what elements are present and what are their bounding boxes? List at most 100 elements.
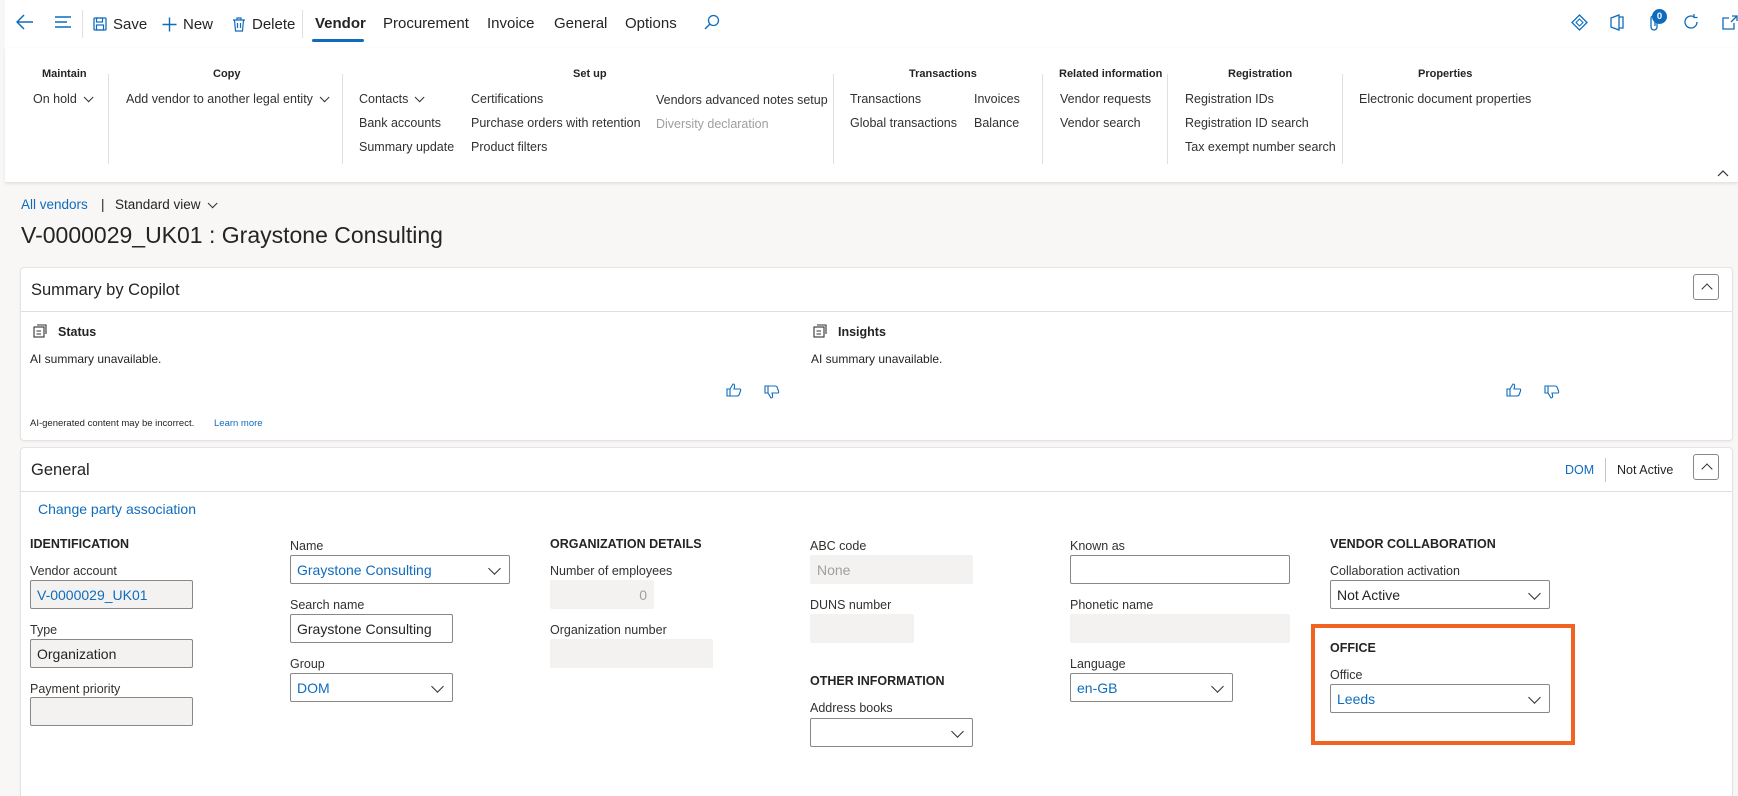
collaboration-activation-label: Collaboration activation xyxy=(1330,564,1460,578)
all-vendors-link[interactable]: All vendors xyxy=(21,197,88,212)
transactions-button[interactable]: Transactions xyxy=(850,92,921,106)
learn-more-link[interactable]: Learn more xyxy=(214,418,263,429)
group-value: DOM xyxy=(297,679,330,696)
po-retention-button[interactable]: Purchase orders with retention xyxy=(471,116,641,130)
view-selector[interactable]: Standard view xyxy=(115,197,218,212)
search-name-field[interactable]: Graystone Consulting xyxy=(290,614,453,643)
chevron-down-icon xyxy=(207,198,218,209)
change-party-association-link[interactable]: Change party association xyxy=(38,501,196,517)
copilot-collapse-button[interactable] xyxy=(1693,274,1719,300)
search-icon[interactable] xyxy=(704,14,720,33)
trash-icon xyxy=(233,16,245,32)
abc-code-label: ABC code xyxy=(810,539,867,553)
tab-general[interactable]: General xyxy=(554,15,607,32)
employees-field: 0 xyxy=(550,580,654,609)
popout-icon[interactable] xyxy=(1722,15,1738,33)
known-as-field[interactable] xyxy=(1070,555,1290,584)
office-highlight-box xyxy=(1311,624,1575,745)
tab-vendor[interactable]: Vendor xyxy=(315,15,366,32)
employees-value: 0 xyxy=(639,586,647,603)
menu-icon[interactable] xyxy=(54,15,72,32)
office-icon[interactable] xyxy=(1610,14,1624,34)
vendor-search-button[interactable]: Vendor search xyxy=(1060,116,1141,130)
thumbs-up-icon[interactable] xyxy=(726,383,742,400)
delete-label: Delete xyxy=(252,15,296,33)
language-dropdown[interactable]: en-GB xyxy=(1070,673,1233,702)
new-button[interactable]: New xyxy=(162,14,213,34)
new-label: New xyxy=(183,15,214,33)
status-label: Status xyxy=(58,325,97,339)
name-value: Graystone Consulting xyxy=(297,561,432,578)
payment-priority-field[interactable] xyxy=(30,697,193,726)
chevron-down-icon xyxy=(431,680,444,693)
language-label: Language xyxy=(1070,657,1126,671)
add-vendor-label: Add vendor to another legal entity xyxy=(126,92,313,106)
chevron-down-icon xyxy=(488,562,501,575)
vendor-account-value: V-0000029_UK01 xyxy=(37,586,148,603)
on-hold-menu[interactable]: On hold xyxy=(33,92,94,106)
insights-icon xyxy=(813,324,827,341)
ai-disclaimer: AI-generated content may be incorrect. xyxy=(30,418,195,429)
summary-update-button[interactable]: Summary update xyxy=(359,140,454,154)
language-value: en-GB xyxy=(1077,679,1118,696)
save-label: Save xyxy=(113,15,148,33)
collapse-ribbon-icon[interactable] xyxy=(1717,166,1729,180)
dom-tag: DOM xyxy=(1565,463,1595,477)
diamond-icon[interactable] xyxy=(1571,14,1588,34)
registration-id-search-button[interactable]: Registration ID search xyxy=(1185,116,1309,130)
type-field[interactable]: Organization xyxy=(30,639,193,668)
certifications-button[interactable]: Certifications xyxy=(471,92,543,106)
vendor-requests-button[interactable]: Vendor requests xyxy=(1060,92,1151,106)
advanced-notes-setup-button[interactable]: Vendors advanced notes setup xyxy=(656,93,828,107)
global-transactions-button[interactable]: Global transactions xyxy=(850,116,957,130)
tab-options[interactable]: Options xyxy=(625,15,677,32)
phonetic-name-label: Phonetic name xyxy=(1070,598,1154,612)
active-tab-indicator xyxy=(312,39,364,42)
view-label: Standard view xyxy=(115,197,201,212)
invoices-button[interactable]: Invoices xyxy=(974,92,1020,106)
electronic-document-properties-button[interactable]: Electronic document properties xyxy=(1359,92,1531,106)
save-button[interactable]: Save xyxy=(93,14,147,34)
add-vendor-legal-entity-menu[interactable]: Add vendor to another legal entity xyxy=(126,92,330,106)
name-dropdown[interactable]: Graystone Consulting xyxy=(290,555,510,584)
group-label: Group xyxy=(290,657,325,671)
general-collapse-button[interactable] xyxy=(1693,454,1719,480)
thumbs-up-icon[interactable] xyxy=(1506,383,1522,400)
employees-label: Number of employees xyxy=(550,564,673,578)
back-arrow-icon[interactable] xyxy=(15,14,34,33)
delete-button[interactable]: Delete xyxy=(232,14,295,34)
tab-procurement[interactable]: Procurement xyxy=(383,15,469,32)
thumbs-down-icon[interactable] xyxy=(1544,385,1560,402)
address-books-label: Address books xyxy=(810,701,893,715)
balance-button[interactable]: Balance xyxy=(974,116,1019,130)
abc-code-field: None xyxy=(810,555,973,584)
payment-priority-label: Payment priority xyxy=(30,682,121,696)
identification-heading: IDENTIFICATION xyxy=(30,537,130,551)
tab-invoice[interactable]: Invoice xyxy=(487,15,535,32)
vendor-account-field[interactable]: V-0000029_UK01 xyxy=(30,580,193,609)
group-transactions: Transactions xyxy=(909,68,977,80)
copilot-title: Summary by Copilot xyxy=(31,281,180,299)
contacts-menu[interactable]: Contacts xyxy=(359,92,425,106)
bank-accounts-button[interactable]: Bank accounts xyxy=(359,116,441,130)
refresh-icon[interactable] xyxy=(1682,13,1700,34)
search-name-label: Search name xyxy=(290,598,365,612)
plus-icon xyxy=(162,17,177,31)
chevron-down-icon xyxy=(1211,680,1224,693)
product-filters-button[interactable]: Product filters xyxy=(471,140,547,154)
type-value: Organization xyxy=(37,645,117,662)
thumbs-down-icon[interactable] xyxy=(764,385,780,402)
vendor-collaboration-heading: VENDOR COLLABORATION xyxy=(1330,537,1496,551)
collaboration-activation-dropdown[interactable]: Not Active xyxy=(1330,580,1550,609)
known-as-label: Known as xyxy=(1070,539,1125,553)
registration-ids-button[interactable]: Registration IDs xyxy=(1185,92,1274,106)
on-hold-label: On hold xyxy=(33,92,77,106)
status-icon xyxy=(33,324,47,341)
phonetic-name-field xyxy=(1070,614,1290,643)
insights-summary-text: AI summary unavailable. xyxy=(811,352,943,366)
group-setup: Set up xyxy=(573,68,607,80)
group-dropdown[interactable]: DOM xyxy=(290,673,453,702)
address-books-dropdown[interactable] xyxy=(810,718,973,747)
tax-exempt-search-button[interactable]: Tax exempt number search xyxy=(1185,140,1336,154)
page-title: V-0000029_UK01 : Graystone Consulting xyxy=(21,222,443,248)
